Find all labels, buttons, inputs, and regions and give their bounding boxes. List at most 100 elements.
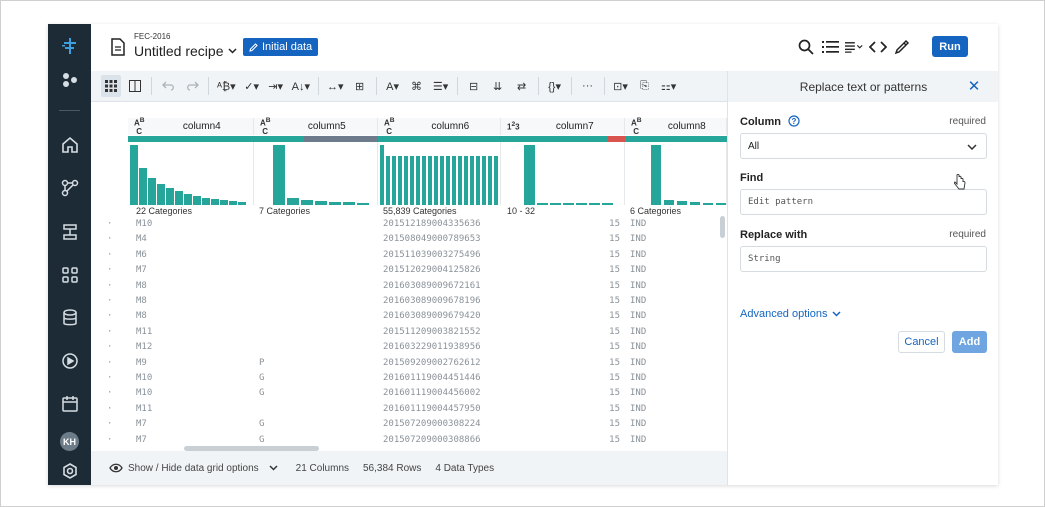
grid-view-icon[interactable] bbox=[101, 75, 121, 97]
table-row[interactable]: · M9 P 201509209002762612 15 IND bbox=[91, 356, 727, 371]
table-cell[interactable]: IND bbox=[630, 404, 646, 414]
table-row[interactable]: · M11 201601119004457950 15 IND bbox=[91, 402, 727, 417]
table-cell[interactable]: 201601119004451446 bbox=[383, 373, 481, 383]
split-column-icon[interactable]: ↔▾ bbox=[325, 75, 346, 97]
table-cell[interactable]: IND bbox=[630, 296, 646, 306]
table-cell[interactable]: IND bbox=[630, 250, 646, 260]
table-cell[interactable]: IND bbox=[630, 219, 646, 229]
text-format-icon[interactable]: A▾ bbox=[383, 75, 403, 97]
merge-column-icon[interactable]: ⊞ bbox=[350, 75, 370, 97]
table-cell[interactable]: 15 bbox=[608, 388, 620, 398]
table-cell[interactable]: 15 bbox=[608, 281, 620, 291]
column-histogram[interactable] bbox=[501, 142, 625, 205]
table-row[interactable]: · M11 201511209003821552 15 IND bbox=[91, 325, 727, 340]
table-cell[interactable]: M12 bbox=[136, 342, 152, 352]
flow-graph-icon[interactable] bbox=[57, 175, 82, 200]
table-cell[interactable]: M10 bbox=[136, 219, 152, 229]
table-cell[interactable]: M8 bbox=[136, 281, 147, 291]
flows-icon[interactable] bbox=[57, 67, 82, 92]
table-cell[interactable]: 201601119004456002 bbox=[383, 388, 481, 398]
table-cell[interactable]: 15 bbox=[608, 265, 620, 275]
table-cell[interactable]: IND bbox=[630, 281, 646, 291]
table-cell[interactable]: IND bbox=[630, 358, 646, 368]
table-row[interactable]: · M10 G 201601119004451446 15 IND bbox=[91, 371, 727, 386]
table-cell[interactable]: 15 bbox=[608, 234, 620, 244]
table-cell[interactable]: M7 bbox=[136, 265, 147, 275]
table-row[interactable]: · M10 201512189004335636 15 IND bbox=[91, 217, 727, 232]
column-header[interactable]: AB C column6 bbox=[378, 117, 501, 135]
table-cell[interactable]: 201512029004125826 bbox=[383, 265, 481, 275]
library-icon[interactable] bbox=[57, 262, 82, 287]
macro-icon[interactable]: ⚏▾ bbox=[659, 75, 679, 97]
find-pattern-input[interactable]: Edit pattern bbox=[740, 189, 987, 215]
table-cell[interactable]: G bbox=[259, 435, 264, 445]
unpivot-icon[interactable]: ⇊ bbox=[488, 75, 508, 97]
calculate-icon[interactable]: ⌘ bbox=[407, 75, 427, 97]
filter-rows-icon[interactable]: ☰▾ bbox=[431, 75, 451, 97]
column-histogram[interactable] bbox=[128, 142, 254, 205]
table-cell[interactable]: 15 bbox=[608, 327, 620, 337]
table-cell[interactable]: 201507209000308866 bbox=[383, 435, 481, 445]
replace-with-input[interactable]: String bbox=[740, 246, 987, 272]
table-cell[interactable]: 201509209002762612 bbox=[383, 358, 481, 368]
columns-view-icon[interactable] bbox=[125, 75, 145, 97]
table-row[interactable]: · M6 201511039003275496 15 IND bbox=[91, 248, 727, 263]
table-row[interactable]: · M10 G 201601119004456002 15 IND bbox=[91, 386, 727, 401]
table-row[interactable]: · M8 201603089009678196 15 IND bbox=[91, 294, 727, 309]
steps-dropdown-icon[interactable] bbox=[845, 37, 863, 57]
table-cell[interactable]: 201603089009679420 bbox=[383, 311, 481, 321]
table-cell[interactable]: IND bbox=[630, 265, 646, 275]
table-cell[interactable]: M7 bbox=[136, 435, 147, 445]
table-cell[interactable]: 15 bbox=[608, 250, 620, 260]
table-row[interactable]: · M8 201603089009672161 15 IND bbox=[91, 279, 727, 294]
database-icon[interactable] bbox=[57, 305, 82, 330]
column-header[interactable]: 123 column7 bbox=[501, 118, 625, 135]
column-header[interactable]: AB C column4 bbox=[128, 117, 254, 135]
table-cell[interactable]: 15 bbox=[608, 311, 620, 321]
table-cell[interactable]: 15 bbox=[608, 342, 620, 352]
settings-icon[interactable] bbox=[57, 458, 82, 483]
avatar[interactable]: KH bbox=[60, 432, 79, 451]
undo-icon[interactable] bbox=[158, 75, 178, 97]
table-cell[interactable]: IND bbox=[630, 311, 646, 321]
code-icon[interactable] bbox=[869, 37, 887, 57]
sort-icon[interactable]: A↓▾ bbox=[290, 75, 312, 97]
table-cell[interactable]: M11 bbox=[136, 404, 152, 414]
lookup-icon[interactable]: ⎘ bbox=[635, 75, 655, 97]
column-header[interactable]: AB C column5 bbox=[254, 117, 378, 135]
list-icon[interactable] bbox=[821, 37, 839, 57]
run-icon[interactable] bbox=[57, 348, 82, 373]
table-row[interactable]: · M8 201603089009679420 15 IND bbox=[91, 309, 727, 324]
table-cell[interactable]: 201508049000789653 bbox=[383, 234, 481, 244]
table-cell[interactable]: M8 bbox=[136, 311, 147, 321]
home-icon[interactable] bbox=[57, 132, 82, 157]
table-cell[interactable]: 15 bbox=[608, 419, 620, 429]
group-icon[interactable]: ⇄ bbox=[512, 75, 532, 97]
table-cell[interactable]: 15 bbox=[608, 219, 620, 229]
table-cell[interactable]: M7 bbox=[136, 419, 147, 429]
app-logo-icon[interactable] bbox=[57, 33, 82, 58]
change-type-icon[interactable]: ᴬ₿▾ bbox=[215, 75, 238, 97]
table-row[interactable]: · M7 201512029004125826 15 IND bbox=[91, 263, 727, 278]
validate-icon[interactable]: ✓▾ bbox=[242, 75, 262, 97]
add-button[interactable]: Add bbox=[952, 331, 987, 353]
table-row[interactable]: · M7 G 201507209000308224 15 IND bbox=[91, 417, 727, 432]
table-cell[interactable]: G bbox=[259, 373, 264, 383]
initial-data-badge[interactable]: Initial data bbox=[243, 38, 319, 56]
table-cell[interactable]: IND bbox=[630, 373, 646, 383]
advanced-options-toggle[interactable]: Advanced options bbox=[740, 308, 841, 320]
table-cell[interactable]: 15 bbox=[608, 373, 620, 383]
table-cell[interactable]: 201601119004457950 bbox=[383, 404, 481, 414]
table-cell[interactable]: IND bbox=[630, 327, 646, 337]
select-icon[interactable]: ⊡▾ bbox=[611, 75, 631, 97]
table-cell[interactable]: 201511039003275496 bbox=[383, 250, 481, 260]
table-cell[interactable]: IND bbox=[630, 419, 646, 429]
table-cell[interactable]: P bbox=[259, 358, 264, 368]
table-cell[interactable]: 15 bbox=[608, 404, 620, 414]
grid-options-toggle[interactable]: Show / Hide data grid options bbox=[109, 463, 278, 474]
table-row[interactable]: · M12 201603229011938956 15 IND bbox=[91, 340, 727, 355]
replace-icon[interactable]: ⇥▾ bbox=[266, 75, 286, 97]
table-row[interactable]: · M7 G 201507209000308866 15 IND bbox=[91, 433, 727, 447]
eyedropper-icon[interactable] bbox=[893, 37, 911, 57]
table-cell[interactable]: M11 bbox=[136, 327, 152, 337]
